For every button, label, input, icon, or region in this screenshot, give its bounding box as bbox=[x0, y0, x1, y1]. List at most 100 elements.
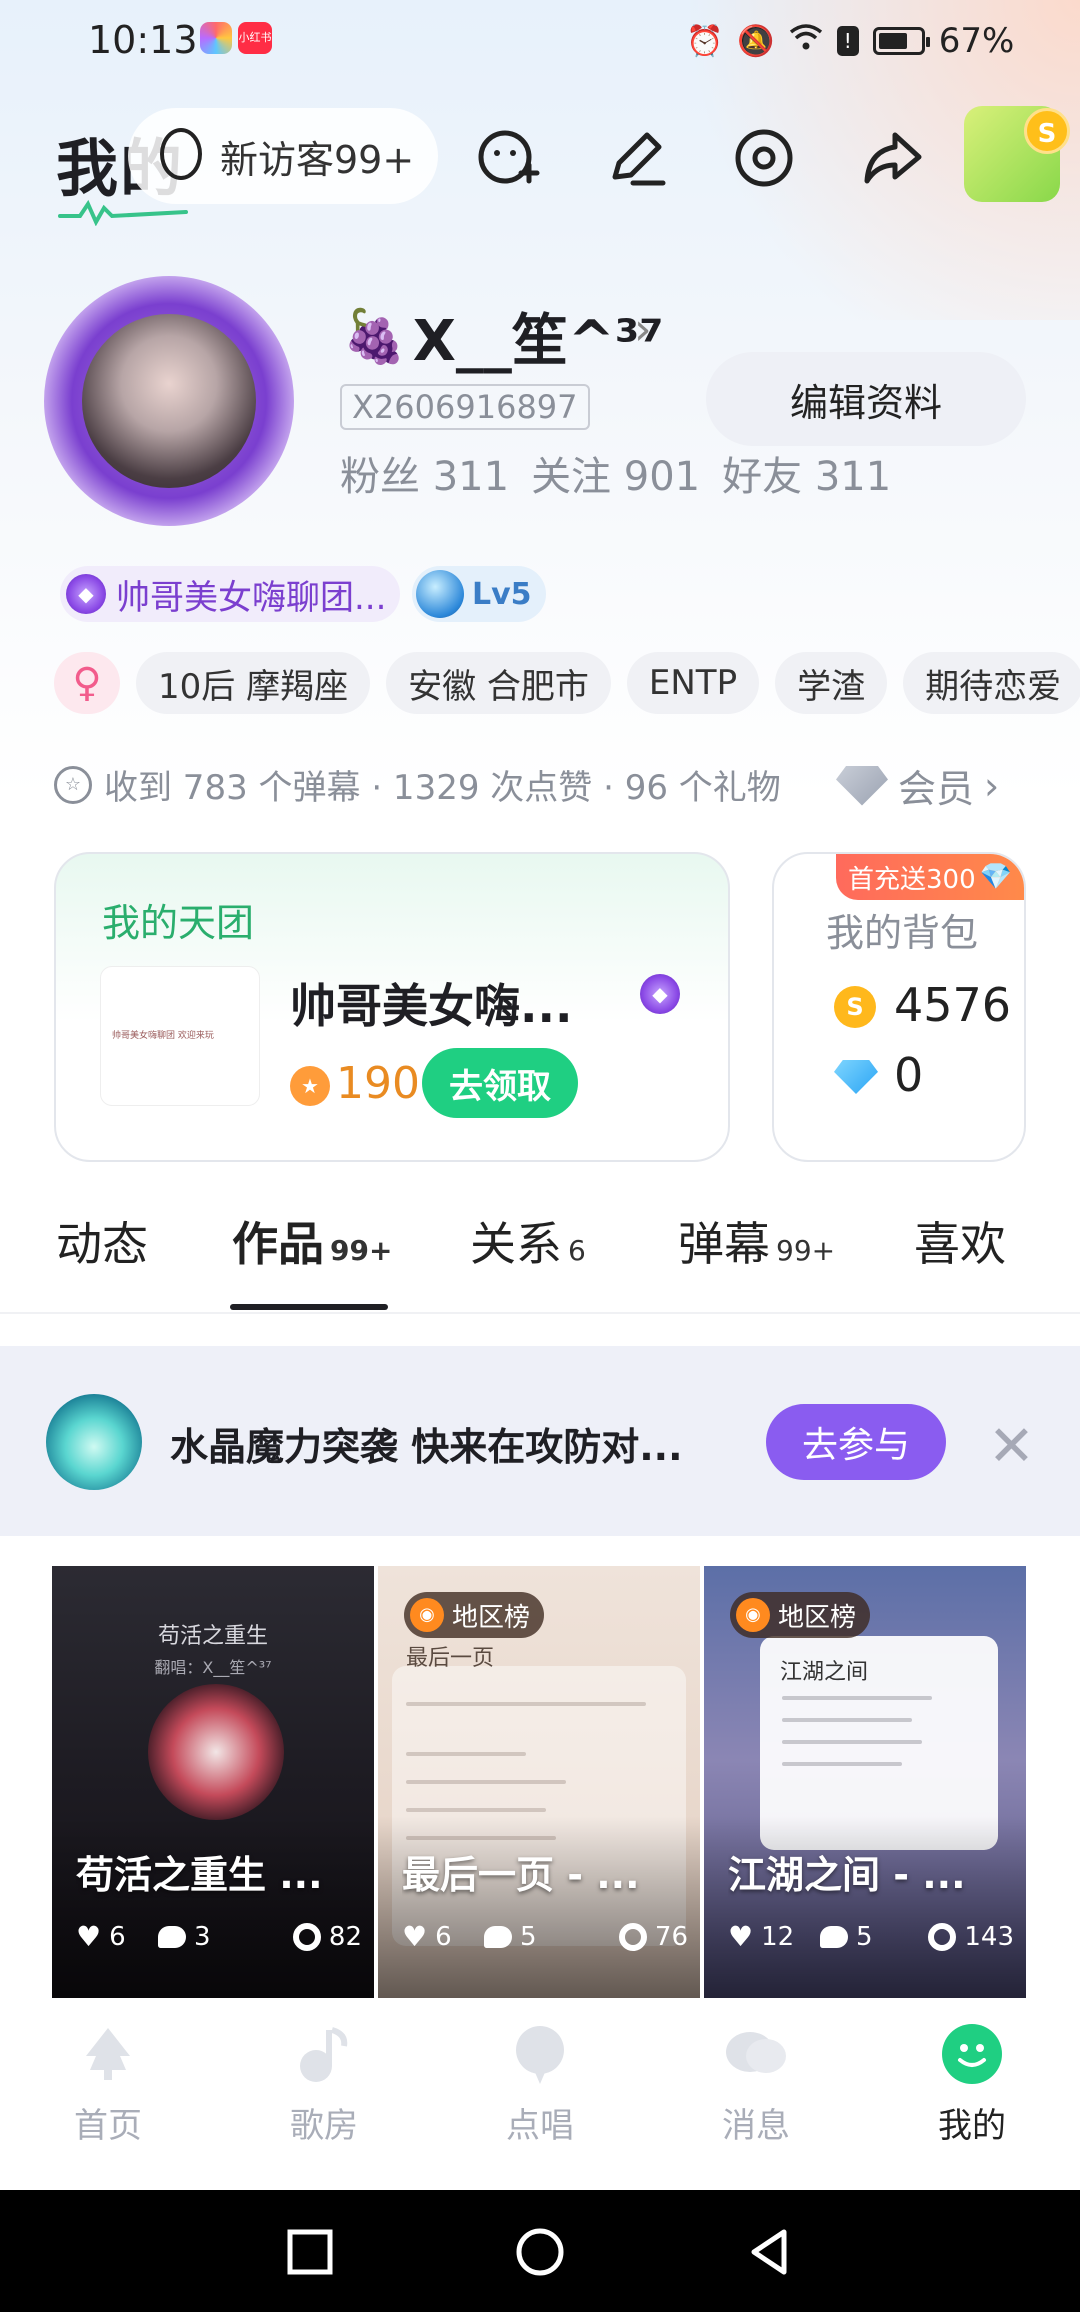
me-icon bbox=[940, 2022, 1004, 2086]
divider bbox=[0, 1312, 1080, 1314]
tag-relationship[interactable]: 期待恋爱 bbox=[903, 652, 1080, 714]
work-cover-art bbox=[148, 1684, 284, 1820]
work-likes: ♥ 12 bbox=[728, 1920, 820, 1953]
work-stats: ♥ 12 5 143 bbox=[728, 1920, 1014, 1953]
tag-age-zodiac[interactable]: 10后 摩羯座 bbox=[136, 652, 371, 714]
work-cover-title: 江湖之间 bbox=[780, 1660, 869, 1685]
nav-karaoke-room[interactable]: 歌房 bbox=[254, 2022, 394, 2147]
vip-diamond-icon bbox=[836, 765, 888, 806]
work-comments: 3 bbox=[158, 1922, 268, 1952]
alert-icon: ! bbox=[836, 26, 859, 56]
following-count[interactable]: 关注 901 bbox=[531, 444, 700, 502]
claim-button[interactable]: 去领取 bbox=[422, 1048, 578, 1118]
group-badge[interactable]: ◆ 帅哥美女嗨聊团... bbox=[60, 566, 401, 622]
rank-icon: ◉ bbox=[736, 1598, 770, 1632]
tab-danmaku-label: 弹幕 bbox=[678, 1217, 770, 1271]
event-banner-text: 水晶魔力突袭 快来在攻防对... bbox=[170, 1425, 683, 1469]
tag-location[interactable]: 安徽 合肥市 bbox=[386, 652, 611, 714]
female-icon[interactable]: ♀ bbox=[54, 652, 120, 714]
work-cover-title: 最后一页 bbox=[406, 1646, 495, 1671]
home-button-icon[interactable] bbox=[514, 2226, 566, 2278]
vip-label: 会员 bbox=[898, 767, 975, 811]
settings-icon[interactable] bbox=[726, 120, 802, 196]
work-plays: 76 bbox=[618, 1922, 688, 1952]
work-cover-subtitle: 翻唱：X__笙^³⁷ bbox=[154, 1658, 272, 1677]
comments-count: 5 bbox=[856, 1921, 873, 1952]
tab-relations[interactable]: 关系 6 bbox=[470, 1208, 586, 1274]
comment-icon bbox=[484, 1925, 512, 1948]
wifi-icon bbox=[789, 22, 823, 60]
rank-label: 地区榜 bbox=[778, 1602, 857, 1633]
add-chat-icon[interactable] bbox=[470, 120, 546, 196]
chat-icon bbox=[724, 2022, 788, 2086]
chevron-right-icon[interactable]: › bbox=[634, 304, 652, 355]
likes-count: 12 bbox=[761, 1921, 795, 1952]
nav-home-label: 首页 bbox=[74, 2106, 142, 2146]
first-recharge-promo[interactable]: 首充送300 💎 bbox=[836, 854, 1024, 900]
nav-messages[interactable]: 消息 bbox=[686, 2022, 826, 2147]
diamond-balance: 0 bbox=[894, 1048, 924, 1102]
tab-likes[interactable]: 喜欢 bbox=[914, 1208, 1006, 1274]
diamond-icon: 💎 bbox=[979, 862, 1012, 892]
back-icon[interactable] bbox=[744, 2226, 796, 2278]
comment-icon bbox=[820, 1925, 848, 1948]
plays-count: 82 bbox=[328, 1921, 362, 1952]
tab-feed[interactable]: 动态 bbox=[56, 1208, 148, 1274]
likes-count: 6 bbox=[109, 1921, 126, 1952]
plays-icon bbox=[618, 1922, 647, 1951]
nav-home[interactable]: 首页 bbox=[38, 2022, 178, 2147]
regional-rank-badge: ◉ 地区榜 bbox=[404, 1592, 545, 1638]
user-id: X2606916897 bbox=[340, 384, 590, 430]
tab-danmaku[interactable]: 弹幕 99+ bbox=[678, 1208, 835, 1274]
tag-mbti[interactable]: ENTP bbox=[626, 652, 760, 714]
coin-icon: S bbox=[1024, 108, 1070, 154]
vip-button[interactable]: 会员 › bbox=[836, 758, 999, 813]
comments-count: 5 bbox=[520, 1921, 537, 1952]
tab-works[interactable]: 作品 99+ bbox=[232, 1208, 392, 1274]
work-card[interactable]: 最后一页 ◉ 地区榜 最后一页 - ... ♥ 6 5 76 bbox=[378, 1566, 700, 1998]
engagement-text: 收到 783 个弹幕 · 1329 次点赞 · 96 个礼物 bbox=[104, 768, 781, 808]
alarm-icon: ⏰ bbox=[686, 23, 724, 59]
regional-rank-badge: ◉ 地区榜 bbox=[730, 1592, 871, 1638]
work-card[interactable]: 江湖之间 ◉ 地区榜 江湖之间 - ... ♥ 12 5 143 bbox=[704, 1566, 1026, 1998]
crystal-event-icon bbox=[46, 1394, 142, 1490]
avatar[interactable] bbox=[82, 314, 256, 488]
chevron-right-icon: › bbox=[984, 763, 1000, 808]
join-event-button[interactable]: 去参与 bbox=[766, 1404, 946, 1480]
active-tab-indicator bbox=[230, 1304, 388, 1310]
recent-apps-icon[interactable] bbox=[284, 2226, 336, 2278]
nav-request-song-label: 点唱 bbox=[506, 2106, 574, 2146]
battery-percentage: 67% bbox=[938, 21, 1015, 61]
tab-relations-label: 关系 bbox=[470, 1217, 562, 1271]
tab-works-count: 99+ bbox=[330, 1234, 393, 1267]
heart-icon: ♥ bbox=[728, 1920, 754, 1953]
gold-coin-icon: S bbox=[834, 986, 876, 1028]
work-comments: 5 bbox=[484, 1922, 594, 1952]
tag-study[interactable]: 学渣 bbox=[775, 652, 888, 714]
work-card[interactable]: 苟活之重生 翻唱：X__笙^³⁷ 苟活之重生 ... ♥ 6 3 82 bbox=[52, 1566, 374, 1998]
grape-icon: 🍇 bbox=[342, 307, 407, 367]
edit-pen-icon[interactable] bbox=[598, 120, 674, 196]
lyrics-line bbox=[782, 1696, 932, 1700]
rank-icon: ◉ bbox=[410, 1598, 444, 1632]
likes-count: 6 bbox=[435, 1921, 452, 1952]
work-cover-title: 苟活之重生 bbox=[157, 1624, 268, 1649]
nav-me[interactable]: 我的 bbox=[902, 2022, 1042, 2147]
close-icon[interactable]: ✕ bbox=[988, 1414, 1035, 1479]
level-orb-icon bbox=[416, 570, 464, 618]
status-time: 10:13 bbox=[88, 18, 198, 62]
team-card-label: 我的天团 bbox=[102, 901, 255, 945]
level-badge[interactable]: Lv5 bbox=[412, 566, 546, 622]
nav-messages-label: 消息 bbox=[722, 2106, 790, 2146]
team-points-icon: ★ bbox=[290, 1066, 330, 1106]
group-badge-label: 帅哥美女嗨聊团... bbox=[116, 577, 387, 618]
fans-count[interactable]: 粉丝 311 bbox=[340, 444, 509, 502]
plays-icon bbox=[292, 1922, 321, 1951]
edit-profile-button[interactable]: 编辑资料 bbox=[706, 352, 1026, 446]
nav-request-song[interactable]: 点唱 bbox=[470, 2022, 610, 2147]
share-icon[interactable] bbox=[854, 120, 930, 196]
work-title: 江湖之间 - ... bbox=[728, 1853, 966, 1897]
nav-karaoke-room-label: 歌房 bbox=[290, 2106, 358, 2146]
nickname[interactable]: 🍇 X__笙^³⁷ bbox=[342, 296, 664, 377]
friends-count[interactable]: 好友 311 bbox=[722, 444, 891, 502]
